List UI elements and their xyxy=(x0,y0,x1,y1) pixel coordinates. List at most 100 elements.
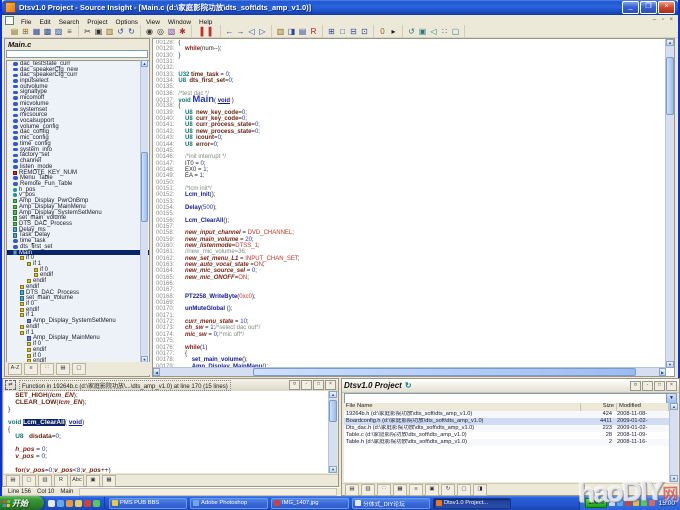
pin-button[interactable]: ¤ xyxy=(630,381,641,391)
scroll-thumb[interactable] xyxy=(666,57,674,115)
volume-icon[interactable] xyxy=(609,500,615,506)
editor-horizontal-scrollbar[interactable]: ◀ ▶ xyxy=(153,367,666,376)
detail-list-icon[interactable]: ≡ xyxy=(409,484,423,496)
cascade-icon[interactable]: ⊡ xyxy=(359,26,370,37)
file-row[interactable]: 19264b.h (d:\家庭影院功放\dts_soft\dts_amp_v1.… xyxy=(344,411,669,418)
go-forward-icon[interactable]: → xyxy=(235,26,246,37)
run-macro-icon[interactable]: R xyxy=(54,475,68,487)
taskbar-button[interactable]: IMG_1407.jpg xyxy=(271,498,349,509)
messenger-icon[interactable] xyxy=(93,500,100,507)
properties-icon[interactable]: ∷ xyxy=(439,26,450,37)
scroll-thumb[interactable] xyxy=(141,152,148,222)
im-tray-icon[interactable] xyxy=(633,500,639,506)
select-mode-icon[interactable]: ▸ xyxy=(388,26,399,37)
scroll-down-icon[interactable]: ▼ xyxy=(670,475,678,482)
scroll-up-icon[interactable]: ▲ xyxy=(666,39,674,46)
safety-center-icon[interactable] xyxy=(649,500,655,506)
code-line[interactable]: v_pos = 0; xyxy=(8,454,328,461)
open-file-icon[interactable]: ⊞ xyxy=(20,26,31,37)
column-file-name[interactable]: File Name xyxy=(344,403,581,411)
sort-alphabetic-icon[interactable]: A-Z xyxy=(8,363,22,375)
shrink-window-icon[interactable]: ◁ xyxy=(428,26,439,37)
start-button[interactable]: 开始 xyxy=(0,496,44,510)
book-view-icon[interactable]: ▥ xyxy=(38,475,52,487)
back-history-icon[interactable]: ↺ xyxy=(406,26,417,37)
taskbar-button[interactable]: Dtsv1.0 Project... xyxy=(433,498,511,509)
full-size-icon[interactable]: □ xyxy=(337,26,348,37)
find-in-files-icon[interactable]: ▧ xyxy=(166,26,177,37)
minimize-button[interactable]: - xyxy=(301,380,312,390)
qq-icon[interactable] xyxy=(84,500,91,507)
type-list-view-icon[interactable]: ∷ xyxy=(40,363,54,375)
add-file-icon[interactable]: ▤ xyxy=(345,484,359,496)
taskbar-button[interactable]: Adobe Photoshop xyxy=(190,498,268,509)
redo-icon[interactable]: ↻ xyxy=(126,26,137,37)
find-icon[interactable]: ◉ xyxy=(144,26,155,37)
code-editor[interactable]: 00128:{00129: while(num--);00130:}00131:… xyxy=(152,38,675,377)
code-line[interactable]: CLEAR_LOW(lcm_EN); xyxy=(8,400,328,407)
pin-button[interactable]: ¤ xyxy=(289,380,300,390)
scroll-thumb[interactable] xyxy=(329,400,337,422)
code-line[interactable]: U8 disdata=0; xyxy=(8,434,328,441)
new-doc-icon[interactable]: ▢ xyxy=(457,484,471,496)
input-method-indicator[interactable]: 100% xyxy=(585,498,606,508)
editor-vertical-scrollbar[interactable]: ▲ ▼ xyxy=(665,39,674,368)
save-all-icon[interactable]: ▩ xyxy=(42,26,53,37)
antivirus-icon[interactable] xyxy=(625,500,631,506)
context-window-icon[interactable]: ◨ xyxy=(286,26,297,37)
column-modified[interactable]: Modified xyxy=(617,403,669,411)
options-window-icon[interactable]: ▢ xyxy=(450,26,461,37)
show-desktop-icon[interactable] xyxy=(48,500,55,507)
window-props-icon[interactable]: ▦ xyxy=(102,475,116,487)
keyword-search-icon[interactable]: Abc xyxy=(70,475,84,487)
window-props-icon[interactable]: ◨ xyxy=(473,484,487,496)
find-reference-icon[interactable]: ◎ xyxy=(155,26,166,37)
grid-view-icon[interactable]: ∷ xyxy=(377,484,391,496)
paste-icon[interactable]: ▥ xyxy=(104,26,115,37)
jump-caller-icon[interactable]: ◁ xyxy=(246,26,257,37)
file-row[interactable]: Table.h (d:\家庭影院功放\dts_soft\dts_amp_v1.0… xyxy=(344,439,669,446)
close-button[interactable]: × xyxy=(658,1,675,14)
scroll-right-icon[interactable]: ▶ xyxy=(659,368,666,376)
taskbar-button[interactable]: 分体式_DIY论坛 xyxy=(352,498,430,509)
symbol-browser-icon[interactable]: ▥ xyxy=(275,26,286,37)
cut-icon[interactable]: ✂ xyxy=(82,26,93,37)
network-icon[interactable] xyxy=(617,500,623,506)
save-copy-icon[interactable]: ▨ xyxy=(53,26,64,37)
close-button[interactable]: × xyxy=(325,380,336,390)
scroll-up-icon[interactable]: ▲ xyxy=(329,391,337,398)
scroll-down-icon[interactable]: ▼ xyxy=(329,466,337,473)
book-view-icon[interactable]: ▦ xyxy=(393,484,407,496)
code-line[interactable]: } xyxy=(8,407,328,414)
copy-icon[interactable]: ▣ xyxy=(93,26,104,37)
scroll-left-icon[interactable]: ◀ xyxy=(153,368,160,376)
minimize-button[interactable]: _ xyxy=(622,1,639,14)
synchronize-icon[interactable]: ↻ xyxy=(441,484,455,496)
print-icon[interactable]: ≡ xyxy=(64,26,75,37)
file-row[interactable]: Dts_dac.h (d:\家庭影院功放\dts_soft\dts_amp_v1… xyxy=(344,425,669,432)
scroll-up-icon[interactable]: ▲ xyxy=(670,403,678,410)
file-row[interactable]: Boardconfig.h (d:\家庭影院功放\dts_soft\dts_am… xyxy=(344,418,669,425)
ie-browser-icon[interactable] xyxy=(57,500,64,507)
restore-button[interactable]: ❐ xyxy=(640,1,657,14)
maximize-button[interactable]: □ xyxy=(313,380,324,390)
code-line[interactable] xyxy=(8,441,328,448)
minimize-button[interactable]: - xyxy=(642,381,653,391)
symbol-list-scrollbar[interactable]: ▲ ▼ xyxy=(140,60,148,363)
new-doc-icon[interactable]: ▢ xyxy=(22,475,36,487)
close-button[interactable]: × xyxy=(666,381,677,391)
book-list-icon[interactable]: ▥ xyxy=(361,484,375,496)
mdi-child-controls[interactable]: ‒ ▫ × xyxy=(653,17,675,23)
tile-horizontal-icon[interactable]: ⊞ xyxy=(326,26,337,37)
replace-icon[interactable]: ✱ xyxy=(177,26,188,37)
code-line[interactable]: for(v_pos=0;v_pos<8;v_pos++) xyxy=(8,468,328,473)
new-file-icon[interactable]: ▤ xyxy=(9,26,20,37)
flat-list-view-icon[interactable]: ≡ xyxy=(24,363,38,375)
scroll-down-icon[interactable]: ▼ xyxy=(666,361,674,368)
split-window-icon[interactable]: ⊟ xyxy=(348,26,359,37)
jump-callee-icon[interactable]: ▷ xyxy=(257,26,268,37)
symbol-filter-input[interactable] xyxy=(6,50,148,58)
code-line[interactable]: void Lcm_ClearAll( void) xyxy=(8,420,328,427)
indent-right-icon[interactable]: ▌ xyxy=(206,26,217,37)
taskbar-clock[interactable]: 15:00 xyxy=(657,500,677,507)
